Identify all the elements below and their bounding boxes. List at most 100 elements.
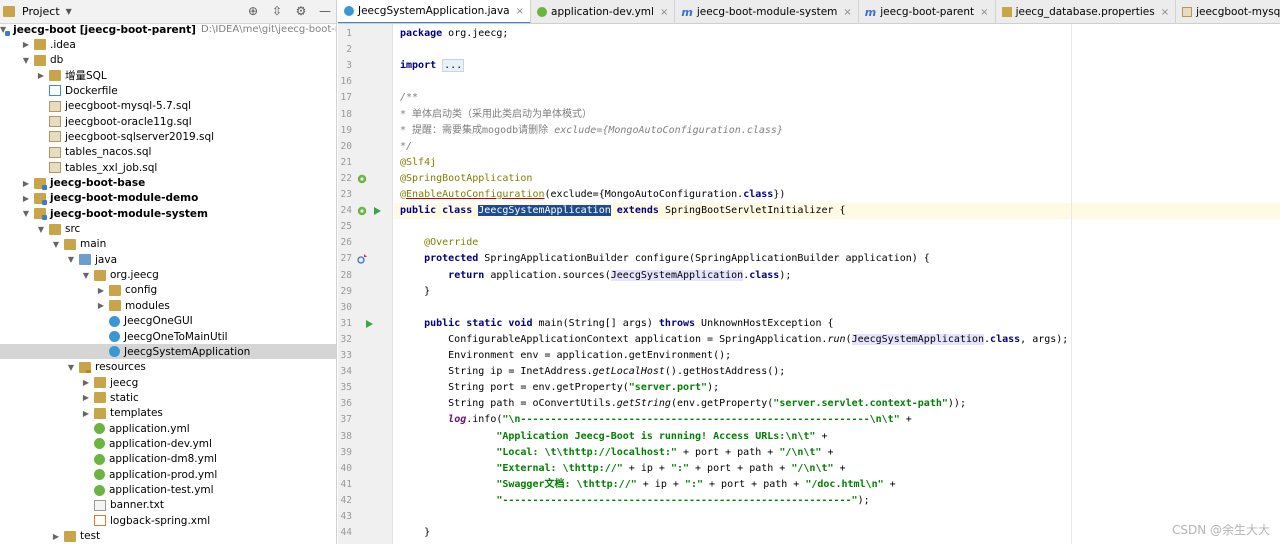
- code-line[interactable]: "Application Jeecg-Boot is running! Acce…: [394, 429, 1280, 445]
- code-line[interactable]: }: [394, 525, 1280, 541]
- tree-item[interactable]: ▶ modules: [0, 298, 336, 313]
- close-icon[interactable]: ×: [843, 7, 851, 18]
- code-line[interactable]: "---------------------------------------…: [394, 493, 1280, 509]
- tree-item[interactable]: jeecgboot-sqlserver2019.sql: [0, 129, 336, 144]
- tree-item[interactable]: ▶ static: [0, 390, 336, 405]
- chevron-down-icon[interactable]: ▼: [21, 209, 31, 218]
- editor-tab[interactable]: m jeecg-boot-parent ×: [859, 0, 996, 23]
- code-line[interactable]: Environment env = application.getEnviron…: [394, 348, 1280, 364]
- code-line[interactable]: [394, 74, 1280, 90]
- chevron-right-icon[interactable]: ▶: [21, 194, 31, 203]
- tree-item[interactable]: JeecgOneToMainUtil: [0, 329, 336, 344]
- code-line[interactable]: @Slf4j: [394, 155, 1280, 171]
- close-icon[interactable]: ×: [980, 7, 988, 18]
- tree-item[interactable]: application-dev.yml: [0, 436, 336, 451]
- code-line[interactable]: import ...: [394, 58, 1280, 74]
- code-line[interactable]: public class JeecgSystemApplication exte…: [394, 203, 1280, 220]
- code-line[interactable]: protected SpringApplicationBuilder confi…: [394, 251, 1280, 267]
- tree-item[interactable]: application-dm8.yml: [0, 452, 336, 467]
- editor-tab[interactable]: jeecgboot-mysql-5.7.sql×: [1176, 0, 1280, 23]
- chevron-right-icon[interactable]: ▶: [96, 301, 106, 310]
- chevron-right-icon[interactable]: ▶: [21, 179, 31, 188]
- chevron-right-icon[interactable]: ▶: [81, 393, 91, 402]
- close-icon[interactable]: ×: [516, 6, 524, 17]
- tree-item[interactable]: ▶ templates: [0, 406, 336, 421]
- tree-item[interactable]: logback-spring.xml: [0, 513, 336, 528]
- code-line[interactable]: [394, 509, 1280, 525]
- code-editor[interactable]: 1 2 3 16 17 18 19 20 21 22 23 24 25 26 27 28 29 30 31 32 33 3…: [338, 24, 1280, 544]
- run-icon[interactable]: [364, 319, 374, 329]
- code-line[interactable]: [394, 42, 1280, 58]
- tree-item[interactable]: ▼ main: [0, 237, 336, 252]
- chevron-down-icon[interactable]: ▼: [81, 271, 91, 280]
- gear-icon[interactable]: ⚙: [294, 4, 308, 18]
- tree-item[interactable]: jeecgboot-mysql-5.7.sql: [0, 99, 336, 114]
- close-icon[interactable]: ×: [1161, 7, 1169, 18]
- tree-item[interactable]: application-prod.yml: [0, 467, 336, 482]
- code-line[interactable]: return application.sources(JeecgSystemAp…: [394, 268, 1280, 284]
- chevron-down-icon[interactable]: ▼: [36, 225, 46, 234]
- tree-item[interactable]: ▶ test: [0, 529, 336, 544]
- chevron-right-icon[interactable]: ▶: [96, 286, 106, 295]
- code-line[interactable]: String ip = InetAddress.getLocalHost().g…: [394, 364, 1280, 380]
- code-line[interactable]: String port = env.getProperty("server.po…: [394, 380, 1280, 396]
- spring-bean-icon[interactable]: [357, 206, 367, 216]
- code-line[interactable]: [394, 300, 1280, 316]
- code-line[interactable]: String path = oConvertUtils.getString(en…: [394, 396, 1280, 412]
- editor-tab[interactable]: m jeecg-boot-module-system ×: [675, 0, 859, 23]
- tree-item[interactable]: JeecgSystemApplication: [0, 344, 336, 360]
- hide-icon[interactable]: —: [318, 4, 332, 18]
- tree-item[interactable]: tables_xxl_job.sql: [0, 160, 336, 175]
- chevron-down-icon[interactable]: ▼: [21, 56, 31, 65]
- chevron-down-icon[interactable]: ▼: [51, 240, 61, 249]
- tree-item[interactable]: ▶ .idea: [0, 37, 336, 52]
- code-line[interactable]: log.info("\n----------------------------…: [394, 412, 1280, 428]
- tree-item[interactable]: banner.txt: [0, 498, 336, 513]
- tree-item[interactable]: ▼ org.jeecg: [0, 268, 336, 283]
- chevron-down-icon[interactable]: ▼: [66, 255, 76, 264]
- code-line[interactable]: * 单体启动类（采用此类启动为单体模式）: [394, 107, 1280, 123]
- code-line[interactable]: */: [394, 139, 1280, 155]
- code-line[interactable]: @SpringBootApplication: [394, 171, 1280, 187]
- tree-item[interactable]: application-test.yml: [0, 483, 336, 498]
- code-line[interactable]: * 提醒：需要集成mogodb请删除 exclude={MongoAutoCon…: [394, 123, 1280, 139]
- code-line[interactable]: package org.jeecg;: [394, 26, 1280, 42]
- tree-item[interactable]: ▼ java: [0, 252, 336, 267]
- locate-icon[interactable]: ⊕: [246, 4, 260, 18]
- tree-item[interactable]: Dockerfile: [0, 83, 336, 98]
- code-line[interactable]: [394, 219, 1280, 235]
- code-line[interactable]: @EnableAutoConfiguration(exclude={MongoA…: [394, 187, 1280, 203]
- project-view-selector[interactable]: Project ▼: [2, 5, 72, 18]
- tree-item[interactable]: tables_nacos.sql: [0, 145, 336, 160]
- tree-item[interactable]: ▼ src: [0, 222, 336, 237]
- code-line[interactable]: public static void main(String[] args) t…: [394, 316, 1280, 332]
- chevron-right-icon[interactable]: ▶: [81, 378, 91, 387]
- code-line[interactable]: ConfigurableApplicationContext applicati…: [394, 332, 1280, 348]
- code-area[interactable]: package org.jeecg; import ... /** * 单体启动类（采…: [394, 24, 1280, 544]
- tree-item[interactable]: ▶ jeecg-boot-module-demo: [0, 191, 336, 206]
- tree-item[interactable]: ▶ jeecg: [0, 375, 336, 390]
- collapse-all-icon[interactable]: ⇳: [270, 4, 284, 18]
- close-icon[interactable]: ×: [660, 7, 668, 18]
- tree-item[interactable]: ▼ jeecg-boot [jeecg-boot-parent] D:\IDEA\m…: [0, 22, 336, 37]
- spring-bean-icon[interactable]: [357, 174, 367, 184]
- run-icon[interactable]: [372, 206, 382, 216]
- override-icon[interactable]: [357, 254, 367, 265]
- tree-item[interactable]: ▶ 增量SQL: [0, 68, 336, 83]
- tree-item[interactable]: ▶ jeecg-boot-base: [0, 176, 336, 191]
- editor-tab[interactable]: application-dev.yml ×: [531, 0, 676, 23]
- code-line[interactable]: @Override: [394, 235, 1280, 251]
- chevron-down-icon[interactable]: ▼: [66, 363, 76, 372]
- tree-item[interactable]: ▼ db: [0, 53, 336, 68]
- tree-item[interactable]: jeecgboot-oracle11g.sql: [0, 114, 336, 129]
- code-line[interactable]: }: [394, 284, 1280, 300]
- code-line[interactable]: "Swagger文档: \thttp://" + ip + ":" + port…: [394, 477, 1280, 493]
- tree-item[interactable]: ▶ config: [0, 283, 336, 298]
- tree-item[interactable]: ▼ resources: [0, 360, 336, 375]
- code-line[interactable]: /**: [394, 90, 1280, 106]
- code-line[interactable]: "External: \thttp://" + ip + ":" + port …: [394, 461, 1280, 477]
- code-line[interactable]: "Local: \t\thttp://localhost:" + port + …: [394, 445, 1280, 461]
- tree-item[interactable]: application.yml: [0, 421, 336, 436]
- chevron-right-icon[interactable]: ▶: [21, 40, 31, 49]
- tree-item[interactable]: JeecgOneGUI: [0, 314, 336, 329]
